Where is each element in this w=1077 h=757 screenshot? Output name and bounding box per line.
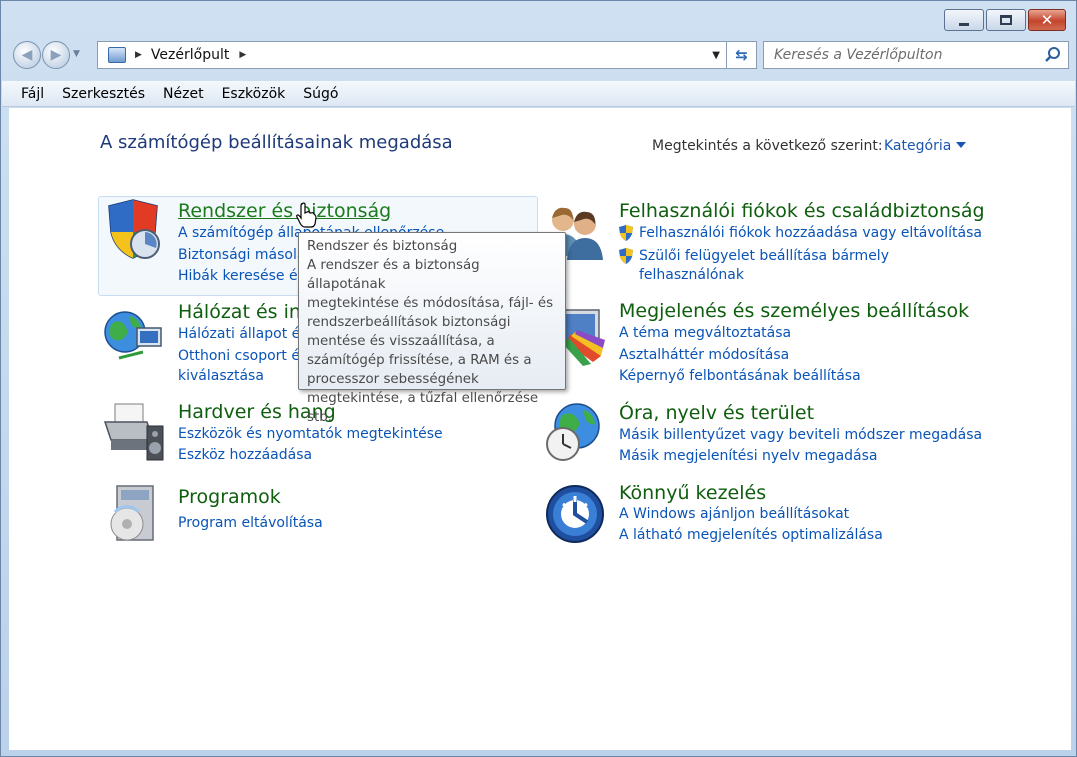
view-by-arrow-icon[interactable]: [956, 142, 966, 148]
close-icon: ✕: [1040, 10, 1054, 29]
caption-buttons: ✕: [944, 9, 1066, 31]
content-area: A számítógép beállításainak megadása Meg…: [9, 108, 1071, 750]
address-dropdown-icon[interactable]: ▼: [712, 50, 720, 61]
link-uninstall-program[interactable]: Program eltávolítása: [178, 515, 323, 531]
link-backup[interactable]: Biztonsági másolat: [178, 247, 311, 263]
hand-cursor-icon: [296, 202, 317, 228]
navigation-bar: ◀ ▶ ▼ ▶ Vezérlőpult ▶ ▼ ⇆: [9, 39, 1071, 75]
link-optimize-display[interactable]: A látható megjelenítés optimalizálása: [619, 527, 883, 543]
address-bar[interactable]: ▶ Vezérlőpult ▶ ▼: [97, 41, 727, 69]
minimize-button[interactable]: [944, 9, 984, 31]
back-button[interactable]: ◀: [13, 41, 41, 69]
menu-help[interactable]: Súgó: [294, 86, 347, 102]
shield-icon[interactable]: [101, 198, 165, 262]
network-globe-icon[interactable]: [101, 306, 165, 370]
category-tooltip: Rendszer és biztonság A rendszer és a bi…: [298, 232, 566, 425]
link-windows-suggest[interactable]: A Windows ajánljon beállításokat: [619, 506, 849, 522]
view-by-label: Megtekintés a következő szerint:: [652, 138, 883, 154]
category-ease-of-access[interactable]: Könnyű kezelés: [619, 482, 766, 504]
category-programs[interactable]: Programok: [178, 486, 281, 508]
search-input[interactable]: [774, 47, 1034, 63]
link-change-theme[interactable]: A téma megváltoztatása: [619, 325, 791, 341]
page-title: A számítógép beállításainak megadása: [100, 132, 453, 153]
category-clock-language-region[interactable]: Óra, nyelv és terület: [619, 402, 814, 424]
link-homegroup-cont[interactable]: kiválasztása: [178, 368, 264, 384]
link-devices-printers[interactable]: Eszközök és nyomtatók megtekintése: [178, 426, 443, 442]
breadcrumb-separator-icon[interactable]: ▶: [135, 50, 142, 60]
control-panel-icon: [108, 47, 126, 63]
uac-shield-icon: [619, 248, 633, 264]
maximize-button[interactable]: [986, 9, 1026, 31]
recent-pages-dropdown-icon[interactable]: ▼: [73, 49, 80, 59]
forward-arrow-icon: ▶: [50, 47, 62, 63]
maximize-icon: [1000, 15, 1012, 25]
link-change-background[interactable]: Asztalháttér módosítása: [619, 347, 789, 363]
close-button[interactable]: ✕: [1028, 9, 1066, 31]
programs-icon[interactable]: [101, 482, 165, 546]
menu-tools[interactable]: Eszközök: [213, 86, 295, 102]
menu-bar: Fájl Szerkesztés Nézet Eszközök Súgó: [2, 81, 1075, 107]
category-appearance[interactable]: Megjelenés és személyes beállítások: [619, 300, 969, 322]
category-system-security[interactable]: Rendszer és biztonság: [178, 200, 391, 222]
link-troubleshoot[interactable]: Hibák keresése és: [178, 268, 305, 284]
link-homegroup[interactable]: Otthoni csoport és: [178, 348, 307, 364]
search-box[interactable]: [763, 41, 1069, 69]
link-parental-controls-cont[interactable]: felhasználónak: [639, 267, 744, 283]
tooltip-title: Rendszer és biztonság: [307, 239, 458, 254]
control-panel-window: ✕ ◀ ▶ ▼ ▶ Vezérlőpult ▶ ▼ ⇆ Fájl Szerkes…: [0, 0, 1077, 757]
forward-button[interactable]: ▶: [42, 41, 70, 69]
back-arrow-icon: ◀: [21, 47, 33, 63]
printer-icon[interactable]: [101, 400, 165, 464]
category-user-accounts[interactable]: Felhasználói fiókok és családbiztonság: [619, 200, 985, 222]
tooltip-body: A rendszer és a biztonság állapotának me…: [307, 258, 554, 425]
refresh-icon: ⇆: [735, 46, 748, 64]
link-add-device[interactable]: Eszköz hozzáadása: [178, 447, 312, 463]
search-icon[interactable]: [1044, 46, 1062, 64]
link-parental-controls[interactable]: Szülői felügyelet beállítása bármely: [639, 248, 889, 264]
link-screen-resolution[interactable]: Képernyő felbontásának beállítása: [619, 368, 861, 384]
menu-edit[interactable]: Szerkesztés: [53, 86, 154, 102]
link-display-language[interactable]: Másik megjelenítési nyelv megadása: [619, 448, 878, 464]
menu-view[interactable]: Nézet: [154, 86, 213, 102]
breadcrumb-separator-icon[interactable]: ▶: [239, 50, 246, 60]
uac-shield-icon: [619, 225, 633, 241]
refresh-button[interactable]: ⇆: [727, 41, 757, 69]
link-keyboard-input[interactable]: Másik billentyűzet vagy beviteli módszer…: [619, 427, 982, 443]
ease-of-access-icon[interactable]: [543, 482, 607, 546]
menu-file[interactable]: Fájl: [12, 86, 53, 102]
minimize-icon: [959, 22, 969, 26]
view-by-dropdown[interactable]: Kategória: [884, 138, 951, 154]
link-add-remove-accounts[interactable]: Felhasználói fiókok hozzáadása vagy eltá…: [639, 225, 982, 241]
breadcrumb-control-panel[interactable]: Vezérlőpult: [151, 47, 229, 63]
link-network-status[interactable]: Hálózati állapot és: [178, 326, 308, 342]
